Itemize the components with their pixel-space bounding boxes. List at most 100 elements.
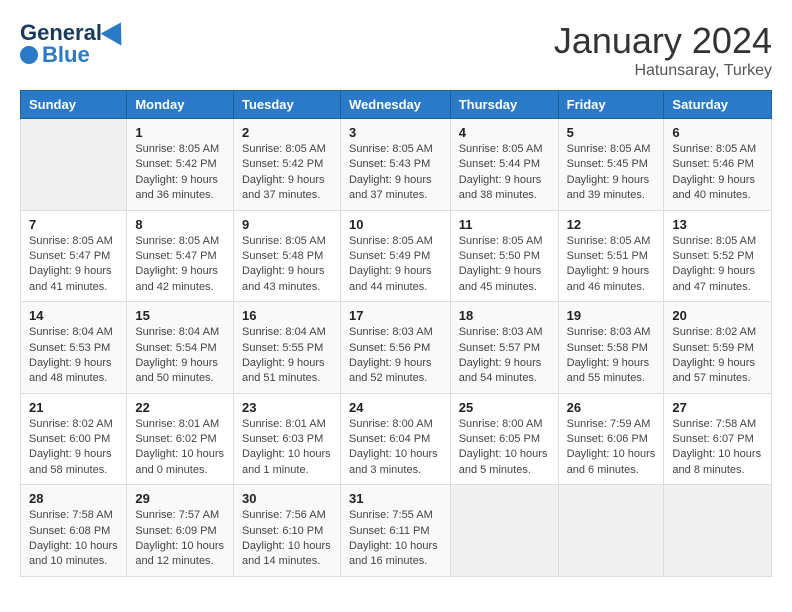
calendar-day-cell: 16Sunrise: 8:04 AMSunset: 5:55 PMDayligh… [233,302,340,394]
daylight-text: Daylight: 10 hours and 0 minutes. [135,448,224,475]
calendar-week-row: 1Sunrise: 8:05 AMSunset: 5:42 PMDaylight… [21,119,772,211]
daylight-text: Daylight: 9 hours and 58 minutes. [29,448,112,475]
calendar-day-cell: 20Sunrise: 8:02 AMSunset: 5:59 PMDayligh… [664,302,772,394]
day-number: 8 [135,217,225,232]
sunset-text: Sunset: 5:47 PM [135,250,216,262]
day-info: Sunrise: 8:05 AMSunset: 5:47 PMDaylight:… [135,234,225,296]
sunset-text: Sunset: 5:42 PM [135,158,216,170]
calendar-day-cell: 8Sunrise: 8:05 AMSunset: 5:47 PMDaylight… [127,210,234,302]
calendar-day-cell [21,119,127,211]
day-info: Sunrise: 8:05 AMSunset: 5:42 PMDaylight:… [242,142,332,204]
sunset-text: Sunset: 6:11 PM [349,525,430,537]
day-number: 22 [135,400,225,415]
calendar-day-cell: 1Sunrise: 8:05 AMSunset: 5:42 PMDaylight… [127,119,234,211]
weekday-header: Thursday [450,91,558,119]
sunset-text: Sunset: 6:05 PM [459,433,540,445]
sunset-text: Sunset: 5:55 PM [242,342,323,354]
calendar-day-cell: 6 Sunrise: 8:05 AM Sunset: 5:46 PM Daylight… [664,119,772,211]
daylight-text: Daylight: 9 hours and 40 minutes. [672,174,755,201]
sunrise-text: Sunrise: 8:05 AM [135,235,219,247]
daylight-text: Daylight: 9 hours and 55 minutes. [567,357,650,384]
calendar-day-cell: 4Sunrise: 8:05 AMSunset: 5:44 PMDaylight… [450,119,558,211]
daylight-text: Daylight: 10 hours and 8 minutes. [672,448,761,475]
daylight-text: Daylight: 10 hours and 16 minutes. [349,540,438,567]
daylight-text: Daylight: 10 hours and 1 minute. [242,448,331,475]
day-info: Sunrise: 7:58 AMSunset: 6:07 PMDaylight:… [672,417,763,479]
daylight-text: Daylight: 10 hours and 12 minutes. [135,540,224,567]
calendar-body: 1Sunrise: 8:05 AMSunset: 5:42 PMDaylight… [21,119,772,577]
logo: General Blue [20,20,128,68]
day-number: 13 [672,217,763,232]
daylight-text: Daylight: 9 hours and 46 minutes. [567,265,650,292]
calendar-day-cell: 19Sunrise: 8:03 AMSunset: 5:58 PMDayligh… [558,302,664,394]
calendar-day-cell: 7Sunrise: 8:05 AMSunset: 5:47 PMDaylight… [21,210,127,302]
day-number: 11 [459,217,550,232]
day-info: Sunrise: 8:00 AMSunset: 6:04 PMDaylight:… [349,417,442,479]
daylight-text: Daylight: 9 hours and 38 minutes. [459,174,542,201]
day-info: Sunrise: 7:59 AMSunset: 6:06 PMDaylight:… [567,417,656,479]
day-info: Sunrise: 8:05 AMSunset: 5:49 PMDaylight:… [349,234,442,296]
sunset-text: Sunset: 5:46 PM [672,158,753,170]
calendar-day-cell: 17Sunrise: 8:03 AMSunset: 5:56 PMDayligh… [340,302,450,394]
day-info: Sunrise: 8:03 AMSunset: 5:58 PMDaylight:… [567,325,656,387]
day-number: 6 [672,125,763,140]
day-info: Sunrise: 7:55 AMSunset: 6:11 PMDaylight:… [349,508,442,570]
calendar-day-cell: 18Sunrise: 8:03 AMSunset: 5:57 PMDayligh… [450,302,558,394]
sunrise-text: Sunrise: 8:05 AM [349,235,433,247]
weekday-header: Saturday [664,91,772,119]
calendar-day-cell: 21 Sunrise: 8:02 AM Sunset: 6:00 PM Dayligh… [21,393,127,485]
sunset-text: Sunset: 5:56 PM [349,342,430,354]
calendar-day-cell [558,485,664,577]
weekday-header: Monday [127,91,234,119]
daylight-text: Daylight: 9 hours and 43 minutes. [242,265,325,292]
day-number: 18 [459,308,550,323]
day-number: 10 [349,217,442,232]
day-info: Sunrise: 8:02 AMSunset: 5:59 PMDaylight:… [672,325,763,387]
day-info: Sunrise: 8:01 AMSunset: 6:02 PMDaylight:… [135,417,225,479]
day-info: Sunrise: 8:01 AMSunset: 6:03 PMDaylight:… [242,417,332,479]
sunrise-text: Sunrise: 8:05 AM [135,143,219,155]
calendar-day-cell: 29Sunrise: 7:57 AMSunset: 6:09 PMDayligh… [127,485,234,577]
day-info: Sunrise: 8:05 AM Sunset: 5:46 PM Daylight:… [672,142,763,204]
daylight-text: Daylight: 10 hours and 6 minutes. [567,448,656,475]
sunrise-text: Sunrise: 7:56 AM [242,509,326,521]
sunrise-text: Sunrise: 8:05 AM [672,143,756,155]
day-number: 2 [242,125,332,140]
sunset-text: Sunset: 5:51 PM [567,250,648,262]
day-number: 12 [567,217,656,232]
day-info: Sunrise: 8:04 AMSunset: 5:53 PMDaylight:… [29,325,118,387]
weekday-header: Friday [558,91,664,119]
daylight-text: Daylight: 9 hours and 44 minutes. [349,265,432,292]
logo-blue: Blue [42,42,90,68]
calendar-day-cell: 27 Sunrise: 7:58 AMSunset: 6:07 PMDayligh… [664,393,772,485]
calendar-week-row: 7 Sunrise: 8:05 AM Sunset: 5:47 PM Daylight… [21,210,772,302]
day-info: Sunrise: 8:05 AMSunset: 5:44 PMDaylight:… [459,142,550,204]
calendar-day-cell: 5Sunrise: 8:05 AMSunset: 5:45 PMDaylight… [558,119,664,211]
sunset-text: Sunset: 6:06 PM [567,433,648,445]
day-number: 31 [349,491,442,506]
daylight-text: Daylight: 9 hours and 57 minutes. [672,357,755,384]
sunset-text: Sunset: 5:52 PM [672,250,753,262]
logo-triangle-icon [101,16,132,45]
sunrise-text: Sunrise: 8:02 AM [29,418,113,430]
sunrise-text: Sunrise: 8:00 AM [459,418,543,430]
sunset-text: Sunset: 6:00 PM [29,433,110,445]
day-info: Sunrise: 8:00 AMSunset: 6:05 PMDaylight:… [459,417,550,479]
day-info: Sunrise: 8:04 AMSunset: 5:54 PMDaylight:… [135,325,225,387]
sunset-text: Sunset: 5:42 PM [242,158,323,170]
calendar-day-cell [450,485,558,577]
day-number: 1 [135,125,225,140]
sunrise-text: Sunrise: 8:05 AM [242,235,326,247]
day-number: 5 [567,125,656,140]
daylight-text: Daylight: 9 hours and 45 minutes. [459,265,542,292]
day-number: 26 [567,400,656,415]
sunrise-text: Sunrise: 8:05 AM [672,235,756,247]
sunset-text: Sunset: 5:59 PM [672,342,753,354]
day-number: 9 [242,217,332,232]
day-number: 21 [29,400,118,415]
day-info: Sunrise: 8:05 AMSunset: 5:51 PMDaylight:… [567,234,656,296]
calendar-day-cell: 30Sunrise: 7:56 AMSunset: 6:10 PMDayligh… [233,485,340,577]
day-number: 7 [29,217,118,232]
day-number: 27 [672,400,763,415]
sunrise-text: Sunrise: 8:03 AM [349,326,433,338]
